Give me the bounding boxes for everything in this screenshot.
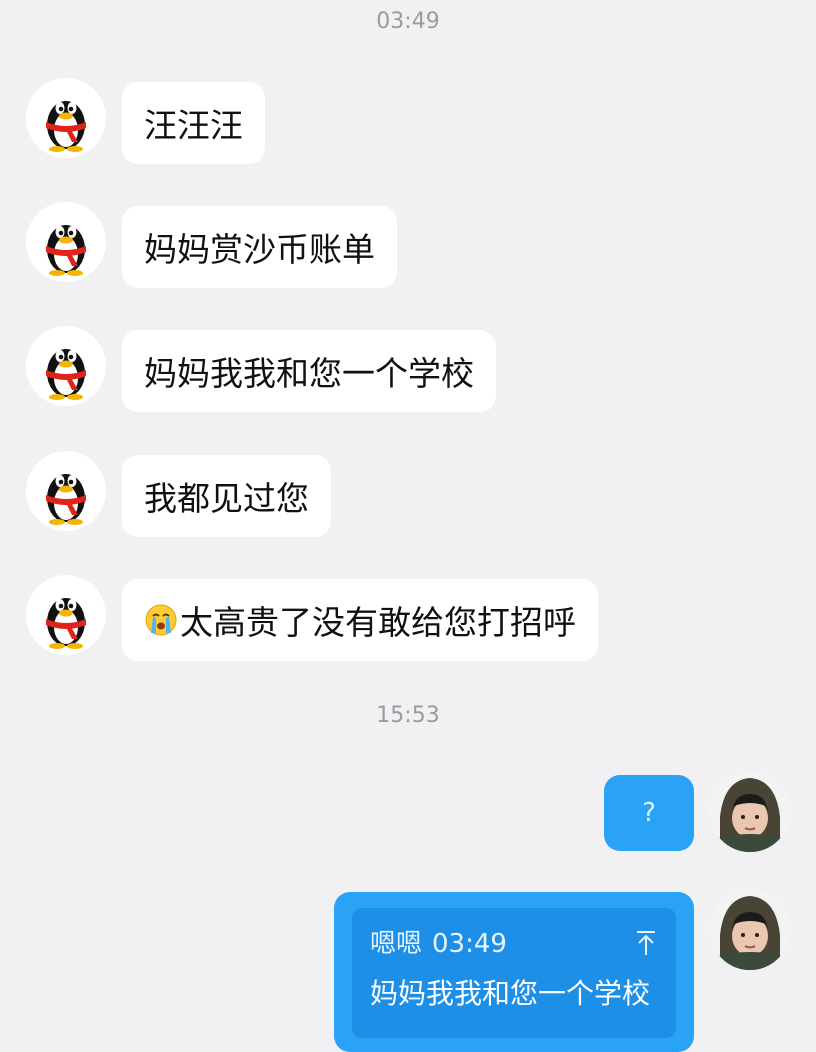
message-bubble[interactable]: 我都见过您	[122, 455, 331, 537]
penguin-avatar-icon[interactable]	[26, 451, 106, 531]
quote-time: 03:49	[432, 929, 507, 959]
quote-sender: 嗯嗯	[370, 929, 423, 959]
quoted-message[interactable]: 嗯嗯 03:49 妈妈我我和您一个学校	[352, 908, 676, 1038]
chat-window: 03:49 汪汪汪 妈妈赏沙币账单 妈妈我我和您一个学校 我都见过您 太高贵了没…	[0, 0, 816, 1052]
penguin-avatar-icon[interactable]	[26, 78, 106, 158]
timestamp: 03:49	[376, 9, 440, 34]
user-photo-avatar[interactable]	[710, 890, 790, 970]
message-text: ?	[642, 798, 656, 828]
message-text: 我都见过您	[144, 479, 309, 518]
message-bubble[interactable]: 汪汪汪	[122, 82, 265, 164]
arrow-up-icon[interactable]	[636, 930, 656, 956]
timestamp: 15:53	[376, 703, 440, 728]
penguin-avatar-icon[interactable]	[26, 326, 106, 406]
message-text: 妈妈我我和您一个学校	[144, 354, 474, 393]
user-photo-avatar[interactable]	[710, 772, 790, 852]
message-text: 太高贵了没有敢给您打招呼	[180, 603, 576, 642]
quote-header: 嗯嗯 03:49	[370, 926, 658, 962]
message-bubble[interactable]: 妈妈我我和您一个学校	[122, 330, 496, 412]
penguin-avatar-icon[interactable]	[26, 202, 106, 282]
message-text: 汪汪汪	[144, 106, 243, 145]
message-bubble[interactable]: 妈妈赏沙币账单	[122, 206, 397, 288]
message-bubble[interactable]: 太高贵了没有敢给您打招呼	[122, 579, 598, 661]
penguin-avatar-icon[interactable]	[26, 575, 106, 655]
message-bubble-outgoing[interactable]: 嗯嗯 03:49 妈妈我我和您一个学校	[334, 892, 694, 1052]
crying-emoji-icon	[144, 603, 178, 637]
message-text: 妈妈赏沙币账单	[144, 230, 375, 269]
message-bubble-outgoing[interactable]: ?	[604, 775, 694, 851]
quote-text: 妈妈我我和您一个学校	[370, 977, 651, 1010]
